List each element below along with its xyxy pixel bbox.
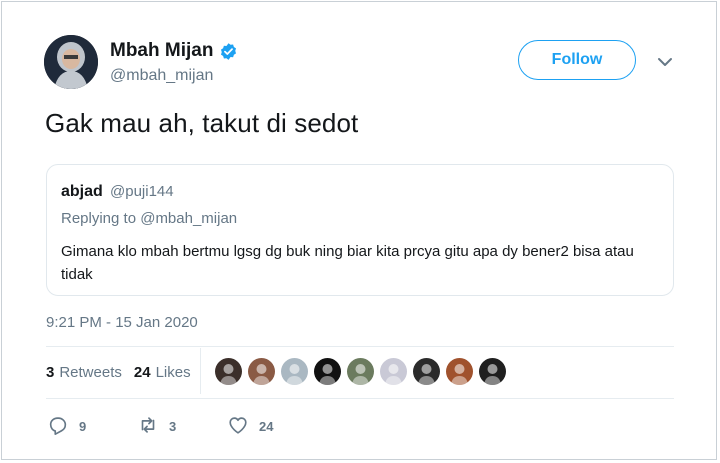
retweet-icon[interactable]: [137, 414, 159, 439]
tweet-header: Mbah Mijan @mbah_mijan Follow: [44, 34, 694, 90]
author-name-row: Mbah Mijan: [110, 40, 238, 62]
divider: [46, 346, 674, 347]
divider: [46, 398, 674, 399]
tweet-timestamp[interactable]: 9:21 PM - 15 Jan 2020: [46, 314, 198, 331]
likes-label[interactable]: Likes: [156, 364, 191, 381]
like-count: 24: [259, 419, 274, 434]
retweet-count: 3: [169, 419, 177, 434]
tweet-text: Gak mau ah, takut di sedot: [45, 108, 359, 138]
liker-avatars: [215, 358, 506, 385]
liker-avatar[interactable]: [215, 358, 242, 385]
author-avatar[interactable]: [44, 35, 98, 89]
heart-icon[interactable]: [227, 414, 249, 439]
quoted-replying-to: Replying to @mbah_mijan: [61, 210, 238, 227]
liker-avatar[interactable]: [347, 358, 374, 385]
reply-icon[interactable]: [47, 414, 69, 439]
chevron-down-icon[interactable]: [654, 51, 676, 73]
reply-action[interactable]: 9: [47, 414, 86, 439]
likes-count[interactable]: 24: [134, 364, 151, 381]
like-action[interactable]: 24: [227, 414, 273, 439]
reply-count: 9: [79, 419, 87, 434]
verified-badge-icon: [219, 42, 238, 61]
liker-avatar[interactable]: [281, 358, 308, 385]
quoted-author-name: abjad: [61, 183, 103, 200]
quoted-author-handle: @puji144: [110, 183, 174, 200]
quoted-text: Gimana klo mbah bertmu lgsg dg buk ning …: [61, 243, 634, 283]
retweet-action[interactable]: 3: [137, 414, 176, 439]
liker-avatar[interactable]: [314, 358, 341, 385]
liker-avatar[interactable]: [413, 358, 440, 385]
liker-avatar[interactable]: [248, 358, 275, 385]
follow-button[interactable]: Follow: [518, 40, 636, 80]
author-name[interactable]: Mbah Mijan: [110, 40, 213, 62]
retweets-label[interactable]: Retweets: [59, 364, 122, 381]
author-handle[interactable]: @mbah_mijan: [110, 67, 213, 85]
liker-avatar[interactable]: [380, 358, 407, 385]
quoted-tweet[interactable]: abjad @puji144 Replying to @mbah_mijan G…: [46, 164, 674, 296]
tweet-stats: 3 Retweets 24 Likes: [46, 352, 191, 392]
liker-avatar[interactable]: [479, 358, 506, 385]
retweets-count[interactable]: 3: [46, 364, 54, 381]
divider: [200, 348, 201, 394]
liker-avatar[interactable]: [446, 358, 473, 385]
